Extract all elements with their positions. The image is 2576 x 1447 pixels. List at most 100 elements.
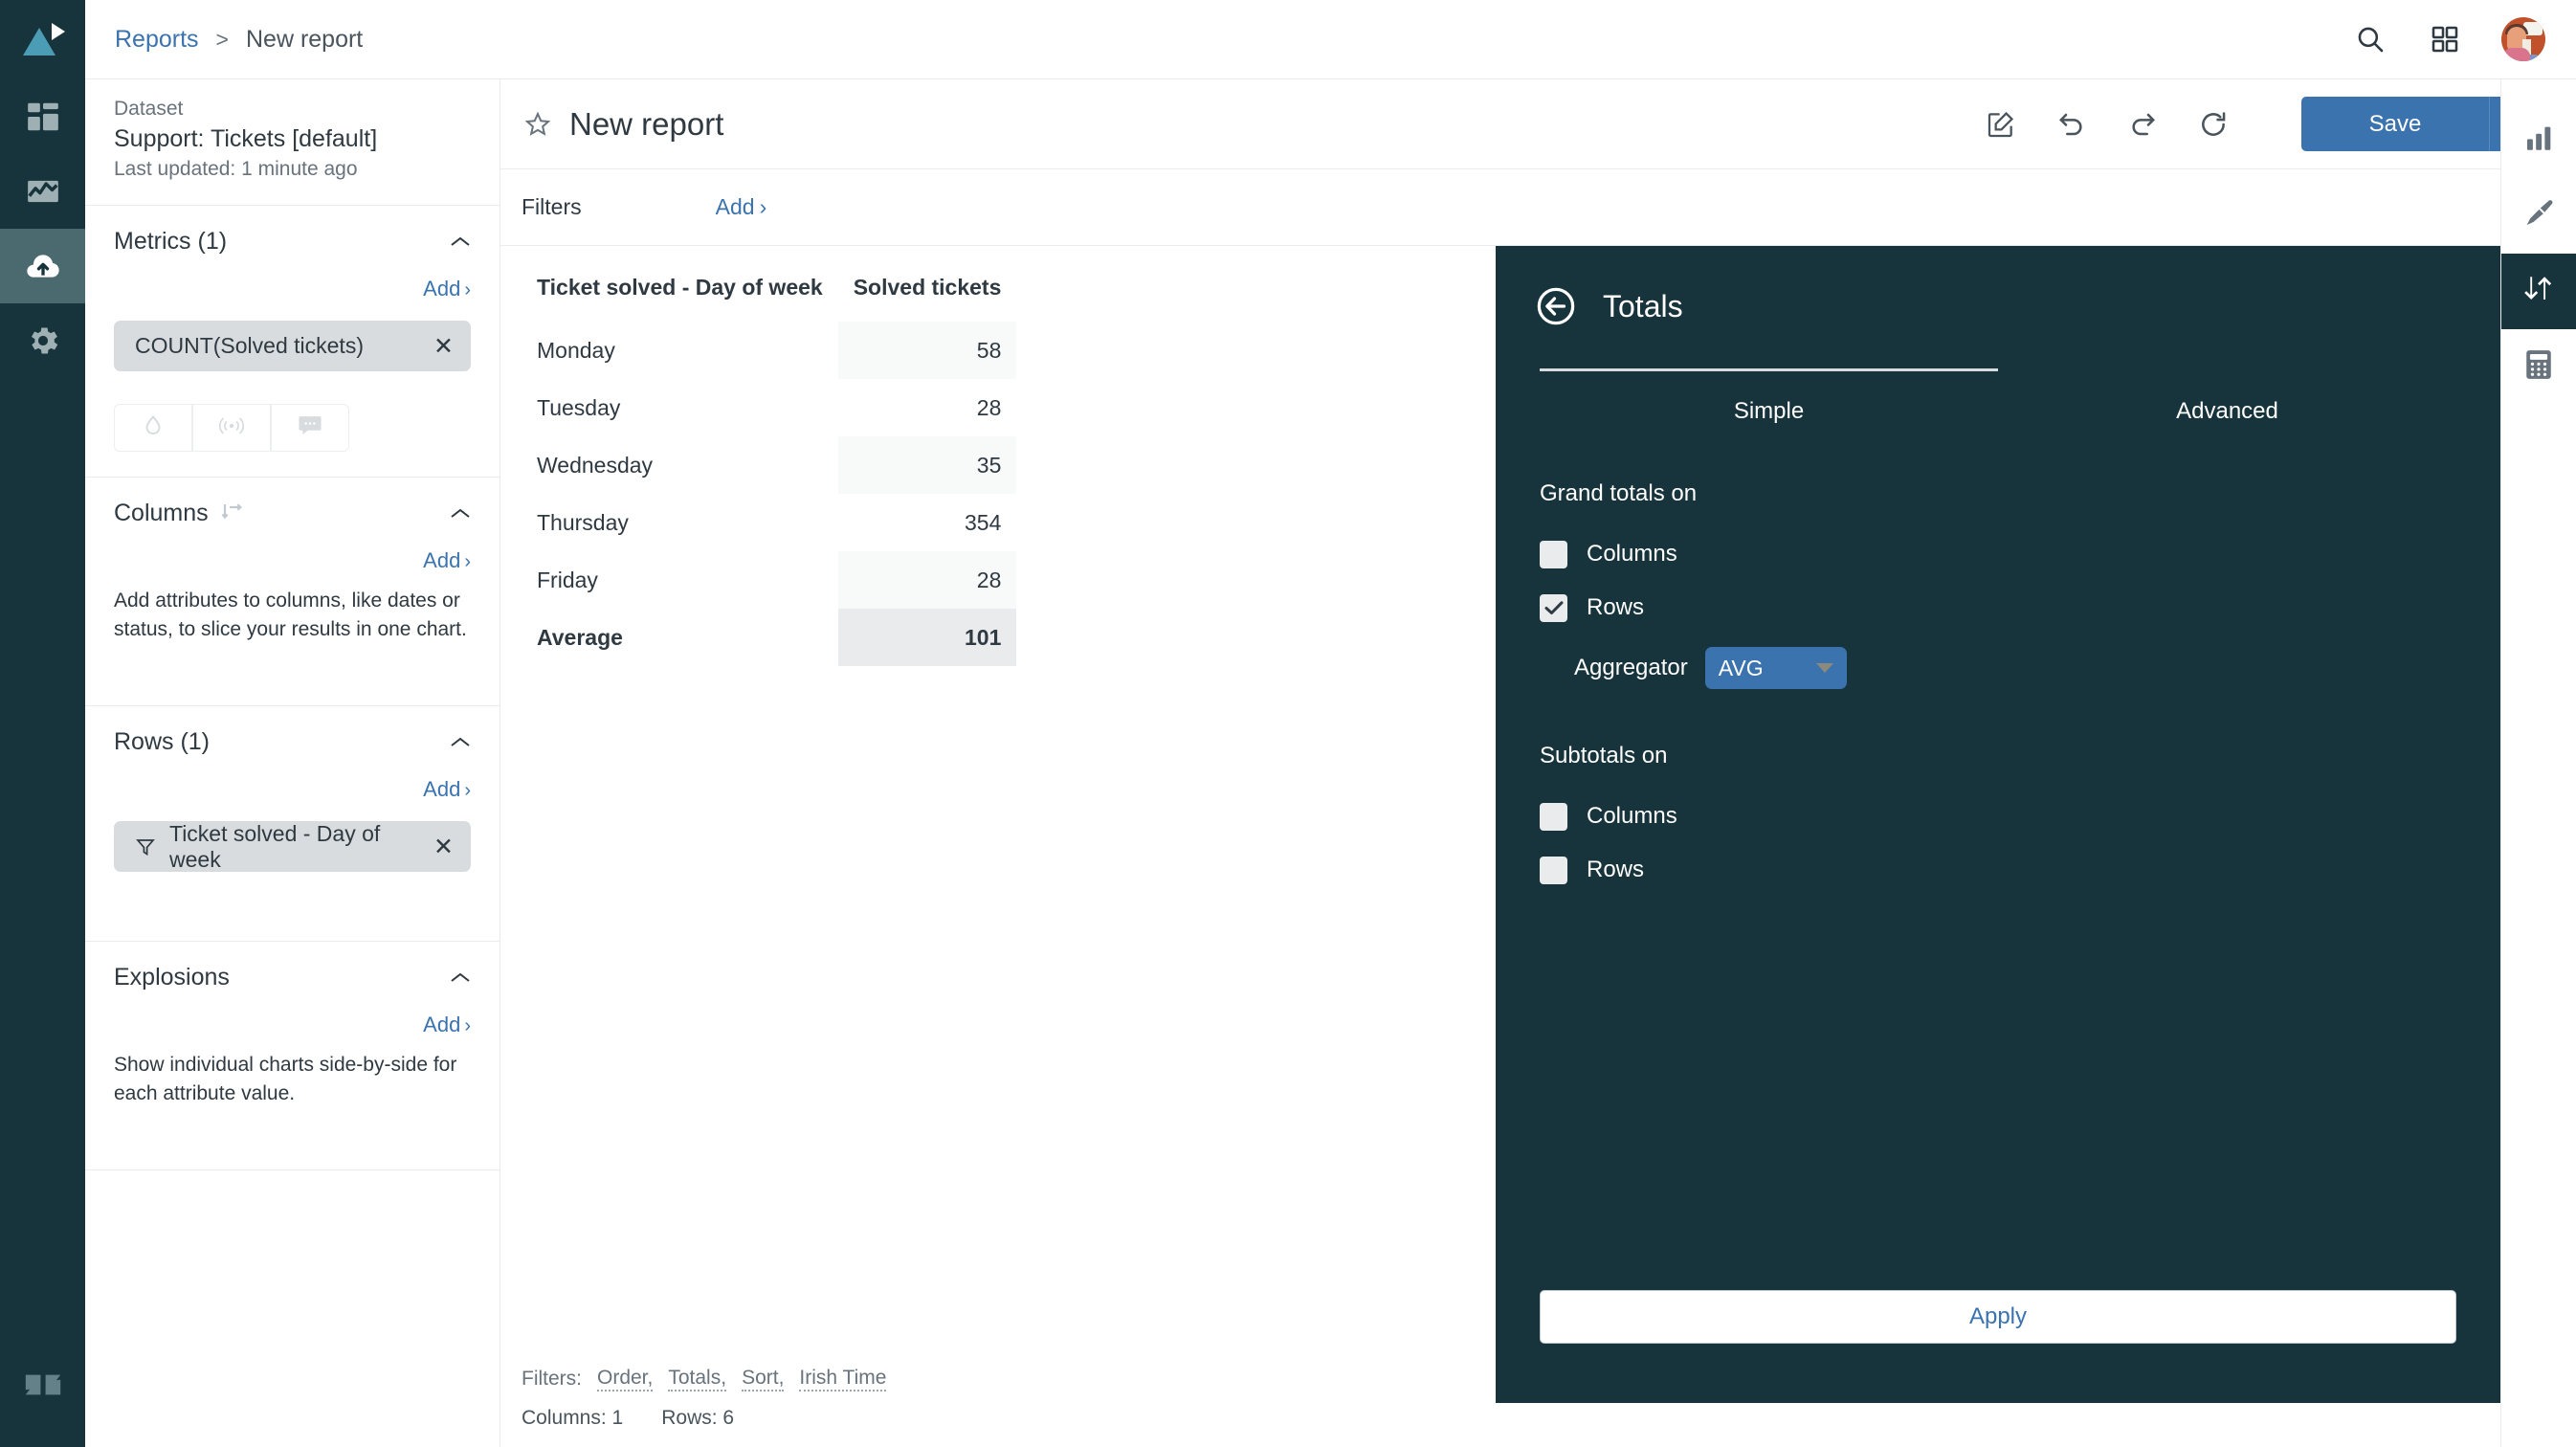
row-value: 35 bbox=[837, 436, 1017, 494]
grid-apps-icon[interactable] bbox=[2427, 21, 2463, 57]
subtotals-columns-label: Columns bbox=[1587, 803, 1677, 829]
applied-filter-totals[interactable]: Totals, bbox=[668, 1367, 727, 1391]
rows-count: Rows: 6 bbox=[661, 1407, 735, 1429]
columns-add-button[interactable]: Add › bbox=[114, 548, 471, 581]
section-metrics-header[interactable]: Metrics (1) bbox=[114, 206, 471, 277]
drawer-header: Totals bbox=[1496, 246, 2500, 328]
column-header-metric[interactable]: Solved tickets bbox=[838, 267, 1017, 322]
subtotals-columns-row[interactable]: Columns bbox=[1540, 794, 2456, 838]
report-tools-rail bbox=[2500, 79, 2576, 1447]
section-rows-header[interactable]: Rows (1) bbox=[114, 706, 471, 777]
filters-add-label: Add bbox=[715, 194, 755, 219]
table-header-row: Ticket solved - Day of week Solved ticke… bbox=[522, 267, 1016, 322]
nav-item-dashboards[interactable] bbox=[0, 79, 85, 154]
nav-item-datasets[interactable] bbox=[0, 229, 85, 303]
nav-item-reports[interactable] bbox=[0, 154, 85, 229]
section-explosions-header[interactable]: Explosions bbox=[114, 942, 471, 1013]
grand-total-value: 101 bbox=[837, 609, 1017, 666]
aggregator-select[interactable]: AVG bbox=[1704, 647, 1847, 689]
metric-pill-label: COUNT(Solved tickets) bbox=[135, 333, 364, 358]
subtotals-rows-row[interactable]: Rows bbox=[1540, 848, 2456, 892]
grand-totals-rows-checkbox[interactable] bbox=[1540, 593, 1567, 622]
explosions-add-button[interactable]: Add › bbox=[114, 1013, 471, 1045]
back-arrow-circle-icon[interactable] bbox=[1534, 284, 1578, 328]
live-data-icon-button[interactable] bbox=[192, 404, 271, 452]
annotation-icon-button[interactable] bbox=[271, 404, 349, 452]
rows-add-button[interactable]: Add › bbox=[114, 777, 471, 810]
table-row[interactable]: Monday 58 bbox=[522, 322, 1017, 379]
drawer-footer: Apply bbox=[1540, 1290, 2456, 1344]
section-metrics-title: Metrics (1) bbox=[114, 227, 228, 255]
grand-totals-rows-row[interactable]: Rows bbox=[1540, 586, 2456, 630]
tab-simple[interactable]: Simple bbox=[1540, 368, 1998, 434]
section-columns-header[interactable]: Columns bbox=[114, 478, 471, 548]
aggregator-row: Aggregator AVG bbox=[1574, 647, 2456, 689]
section-rows: Rows (1) Add › Ticket solved - Day of wee… bbox=[85, 706, 500, 942]
app-logo[interactable] bbox=[0, 0, 85, 79]
subtotals-columns-checkbox[interactable] bbox=[1540, 802, 1567, 831]
totals-settings-drawer: Totals Simple Advanced Grand totals on C… bbox=[1496, 246, 2500, 1403]
gear-icon bbox=[25, 323, 61, 359]
chart-line-icon bbox=[25, 173, 61, 210]
rail-item-result-manipulation[interactable] bbox=[2501, 254, 2576, 329]
primary-nav-rail bbox=[0, 0, 85, 1447]
page-title[interactable]: New report bbox=[569, 106, 723, 143]
result-table-head: Ticket solved - Day of week Solved ticke… bbox=[522, 267, 1016, 322]
metric-pill-count-solved-tickets[interactable]: COUNT(Solved tickets) ✕ bbox=[114, 321, 471, 371]
dataset-label: Dataset bbox=[114, 98, 184, 120]
search-icon[interactable] bbox=[2352, 21, 2388, 57]
applied-filter-order[interactable]: Order, bbox=[597, 1367, 654, 1391]
comment-icon bbox=[297, 414, 323, 442]
breadcrumb-link-reports[interactable]: Reports bbox=[115, 26, 199, 54]
breadcrumb-current: New report bbox=[245, 25, 364, 53]
columns-swap-icon[interactable] bbox=[220, 501, 245, 524]
grand-totals-columns-label: Columns bbox=[1587, 541, 1677, 567]
grand-totals-columns-checkbox[interactable] bbox=[1540, 540, 1567, 568]
chevron-up-icon[interactable] bbox=[450, 235, 471, 248]
grand-totals-group-label: Grand totals on bbox=[1540, 480, 1698, 506]
row-pill-ticket-solved-day-of-week[interactable]: Ticket solved - Day of week ✕ bbox=[114, 821, 471, 872]
undo-icon[interactable] bbox=[2054, 107, 2089, 142]
table-row-grand-total[interactable]: Average 101 bbox=[522, 609, 1017, 666]
tab-advanced[interactable]: Advanced bbox=[1998, 368, 2456, 434]
filters-add-button[interactable]: Add › bbox=[716, 194, 767, 220]
nav-item-admin[interactable] bbox=[0, 303, 85, 378]
drill-through-icon-button[interactable] bbox=[114, 404, 192, 452]
refresh-icon[interactable] bbox=[2196, 107, 2231, 142]
dataset-block[interactable]: Dataset Support: Tickets [default] Last … bbox=[85, 79, 500, 206]
column-header-attribute[interactable]: Ticket solved - Day of week bbox=[522, 267, 838, 322]
metric-pill-remove-button[interactable]: ✕ bbox=[433, 332, 454, 361]
subtotals-rows-checkbox[interactable] bbox=[1540, 856, 1567, 884]
applied-filter-timezone[interactable]: Irish Time bbox=[799, 1367, 887, 1391]
chart-type-icon bbox=[2522, 122, 2555, 159]
chevron-down-icon bbox=[1815, 663, 1833, 673]
columns-add-label: Add bbox=[423, 548, 461, 572]
applied-filter-sort[interactable]: Sort, bbox=[742, 1367, 785, 1391]
table-row[interactable]: Wednesday 35 bbox=[522, 436, 1017, 494]
rail-item-calculations[interactable] bbox=[2501, 329, 2576, 405]
result-table-body: Monday 58 Tuesday 28 Wednesday 35 Thursd… bbox=[522, 322, 1017, 666]
row-label: Friday bbox=[537, 567, 598, 592]
row-pill-remove-button[interactable]: ✕ bbox=[433, 833, 454, 861]
edit-icon[interactable] bbox=[1984, 107, 2018, 142]
metrics-add-button[interactable]: Add › bbox=[114, 277, 471, 309]
redo-icon[interactable] bbox=[2125, 107, 2160, 142]
table-row[interactable]: Tuesday 28 bbox=[522, 379, 1016, 436]
chevron-up-icon[interactable] bbox=[450, 736, 471, 748]
filter-funnel-icon bbox=[135, 836, 156, 857]
chevron-up-icon[interactable] bbox=[450, 971, 471, 984]
rail-item-chart-configuration[interactable] bbox=[2501, 178, 2576, 254]
chevron-up-icon[interactable] bbox=[450, 507, 471, 520]
row-value: 28 bbox=[837, 551, 1017, 609]
aggregator-selected-value: AVG bbox=[1718, 655, 1764, 680]
table-row[interactable]: Friday 28 bbox=[522, 551, 1017, 609]
table-row[interactable]: Thursday 354 bbox=[522, 494, 1016, 551]
star-outline-icon[interactable] bbox=[522, 108, 554, 141]
save-button[interactable]: Save bbox=[2301, 97, 2489, 151]
signal-broadcast-icon bbox=[217, 413, 246, 443]
apply-button[interactable]: Apply bbox=[1540, 1290, 2456, 1344]
rail-item-visualization-type[interactable] bbox=[2501, 102, 2576, 178]
drawer-tabs: Simple Advanced bbox=[1540, 368, 2456, 434]
grand-totals-columns-row[interactable]: Columns bbox=[1540, 532, 2456, 576]
user-avatar[interactable] bbox=[2501, 17, 2545, 61]
